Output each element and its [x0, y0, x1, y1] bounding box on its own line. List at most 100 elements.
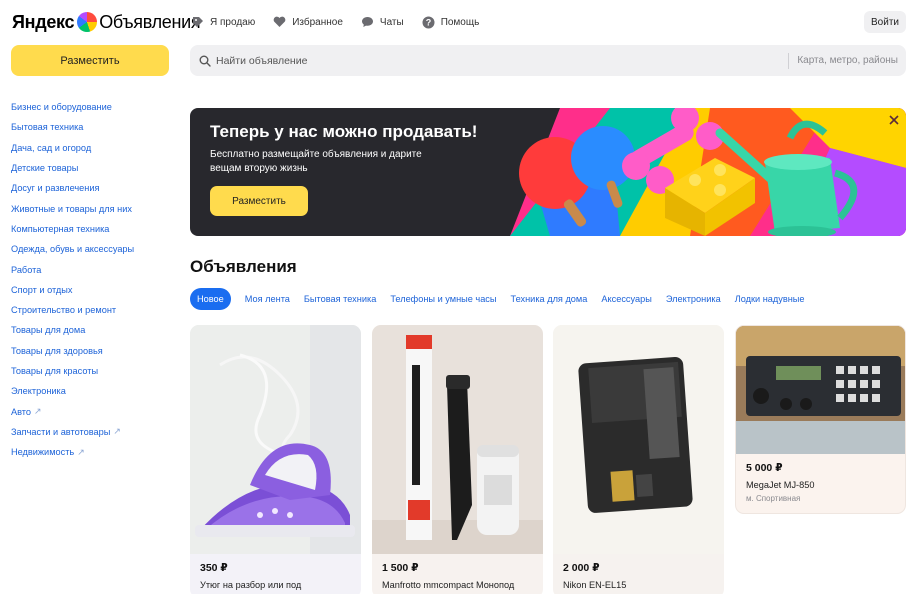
category-label: Животные и товары для них: [11, 203, 132, 214]
banner-subtitle: Бесплатно размещайте объявления и дарите…: [210, 149, 422, 174]
listing-price: 350 ₽: [200, 562, 228, 574]
external-link-icon: ↗: [77, 446, 85, 457]
category-link[interactable]: Дача, сад и огород: [11, 138, 134, 158]
tab-my-feed[interactable]: Моя лента: [238, 288, 297, 310]
category-link[interactable]: Товары для красоты: [11, 361, 134, 381]
category-list: Бизнес и оборудование Бытовая техника Да…: [11, 97, 134, 462]
feed-tabs: Новое Моя лента Бытовая техника Телефоны…: [190, 288, 812, 310]
tag-icon: [193, 17, 203, 27]
nav-my-sales[interactable]: Я продаю: [192, 16, 255, 28]
logo-brand: Яндекс: [12, 11, 75, 32]
category-link[interactable]: Строительство и ремонт: [11, 300, 134, 320]
category-label: Товары для дома: [11, 325, 86, 336]
search-icon: [199, 55, 211, 67]
promo-banner: Теперь у нас можно продавать! Бесплатно …: [190, 108, 906, 236]
logo[interactable]: Яндекс Объявления: [12, 10, 201, 34]
category-link[interactable]: Компьютерная техника: [11, 219, 134, 239]
category-label: Компьютерная техника: [11, 223, 110, 234]
tab-inflatable-boats[interactable]: Лодки надувные: [728, 288, 812, 310]
place-ad-button[interactable]: Разместить: [11, 45, 169, 76]
login-button[interactable]: Войти: [864, 11, 906, 33]
heart-icon: [273, 16, 286, 27]
tab-home-tech[interactable]: Техника для дома: [504, 288, 595, 310]
nav-label: Чаты: [379, 16, 404, 28]
listing-info: 350 ₽ Утюг на разбор или под: [190, 554, 361, 594]
external-link-icon: ↗: [113, 426, 121, 437]
category-link[interactable]: Товары для дома: [11, 320, 134, 340]
nav-label: Я продаю: [210, 16, 256, 28]
section-title: Объявления: [190, 257, 297, 276]
monopod-photo: [372, 325, 543, 554]
banner-place-button[interactable]: Разместить: [210, 186, 308, 216]
category-label: Недвижимость: [11, 447, 75, 458]
logo-product: Объявления: [99, 11, 201, 32]
radio-photo: [736, 326, 905, 454]
category-label: Запчасти и автотовары: [11, 426, 111, 437]
category-link[interactable]: Электроника: [11, 381, 134, 401]
category-label: Товары для красоты: [11, 366, 99, 376]
listing-card[interactable]: 5 000 ₽ MegaJet MJ-850 м. Спортивная: [735, 325, 906, 514]
iron-photo: [190, 325, 361, 554]
category-label: Спорт и отдых: [11, 284, 73, 295]
category-link[interactable]: Товары для здоровья: [11, 341, 134, 361]
listing-price: 5 000 ₽: [746, 462, 783, 474]
svg-text:?: ?: [425, 17, 431, 27]
tab-new[interactable]: Новое: [190, 288, 231, 310]
top-nav: Я продаю Избранное Чаты ? Помощь: [192, 12, 479, 32]
nav-favorites[interactable]: Избранное: [273, 16, 343, 28]
search-input[interactable]: [216, 54, 789, 67]
category-label: Бизнес и оборудование: [11, 102, 112, 113]
category-link[interactable]: Животные и товары для них: [11, 198, 134, 218]
nav-label: Избранное: [292, 16, 343, 28]
external-link-icon: ↗: [34, 406, 42, 417]
listing-info: 1 500 ₽ Manfrotto mmcompact Монопод: [372, 554, 543, 594]
listing-card[interactable]: 350 ₽ Утюг на разбор или под: [190, 325, 361, 594]
region-selector[interactable]: Карта, метро, районы: [789, 55, 906, 66]
category-label: Работа: [11, 264, 42, 275]
tab-electronics[interactable]: Электроника: [659, 288, 728, 310]
search-bar: Карта, метро, районы: [190, 45, 906, 76]
help-icon: ?: [422, 16, 435, 28]
category-link[interactable]: Детские товары: [11, 158, 134, 178]
tab-phones-watches[interactable]: Телефоны и умные часы: [383, 288, 503, 310]
listing-title: Manfrotto mmcompact Монопод: [382, 580, 515, 590]
category-label: Электроника: [11, 386, 66, 397]
nav-chats[interactable]: Чаты: [361, 16, 404, 28]
category-label: Дача, сад и огород: [11, 142, 92, 153]
category-label: Одежда, обувь и аксессуары: [11, 244, 135, 255]
category-link[interactable]: Одежда, обувь и аксессуары: [11, 239, 134, 259]
tab-appliances[interactable]: Бытовая техника: [297, 288, 383, 310]
category-link[interactable]: Спорт и отдых: [11, 280, 134, 300]
nav-label: Помощь: [440, 16, 480, 28]
close-icon[interactable]: [887, 113, 901, 127]
listing-card[interactable]: 2 000 ₽ Nikon EN-EL15: [553, 325, 724, 594]
listing-card[interactable]: 1 500 ₽ Manfrotto mmcompact Монопод: [372, 325, 543, 594]
listing-title: Утюг на разбор или под: [200, 580, 302, 590]
search-icon-wrap: [190, 55, 216, 67]
category-link[interactable]: Авто ↗: [11, 401, 134, 421]
banner-title: Теперь у нас можно продавать!: [210, 122, 478, 141]
logo-flower-icon: [77, 12, 98, 32]
listing-photo: [372, 325, 543, 554]
tab-accessories[interactable]: Аксессуары: [594, 288, 658, 310]
category-link[interactable]: Досуг и развлечения: [11, 178, 134, 198]
listing-title: MegaJet MJ-850: [746, 480, 815, 490]
category-label: Авто: [11, 406, 32, 417]
category-link[interactable]: Запчасти и автотовары ↗: [11, 422, 134, 442]
category-link[interactable]: Недвижимость ↗: [11, 442, 134, 462]
listing-title: Nikon EN-EL15: [563, 580, 627, 590]
nav-help[interactable]: ? Помощь: [422, 16, 480, 29]
category-label: Досуг и развлечения: [11, 183, 100, 194]
category-link[interactable]: Бизнес и оборудование: [11, 97, 134, 117]
listing-price: 1 500 ₽: [382, 562, 419, 574]
battery-photo: [553, 325, 724, 554]
category-label: Строительство и ремонт: [11, 305, 117, 316]
listing-photo: [736, 326, 905, 454]
category-label: Бытовая техника: [11, 122, 84, 133]
listing-price: 2 000 ₽: [563, 562, 600, 574]
category-link[interactable]: Бытовая техника: [11, 117, 134, 137]
category-link[interactable]: Работа: [11, 259, 134, 279]
chat-icon: [361, 17, 373, 27]
listing-photo: [553, 325, 724, 554]
listing-location: м. Спортивная: [746, 494, 801, 503]
